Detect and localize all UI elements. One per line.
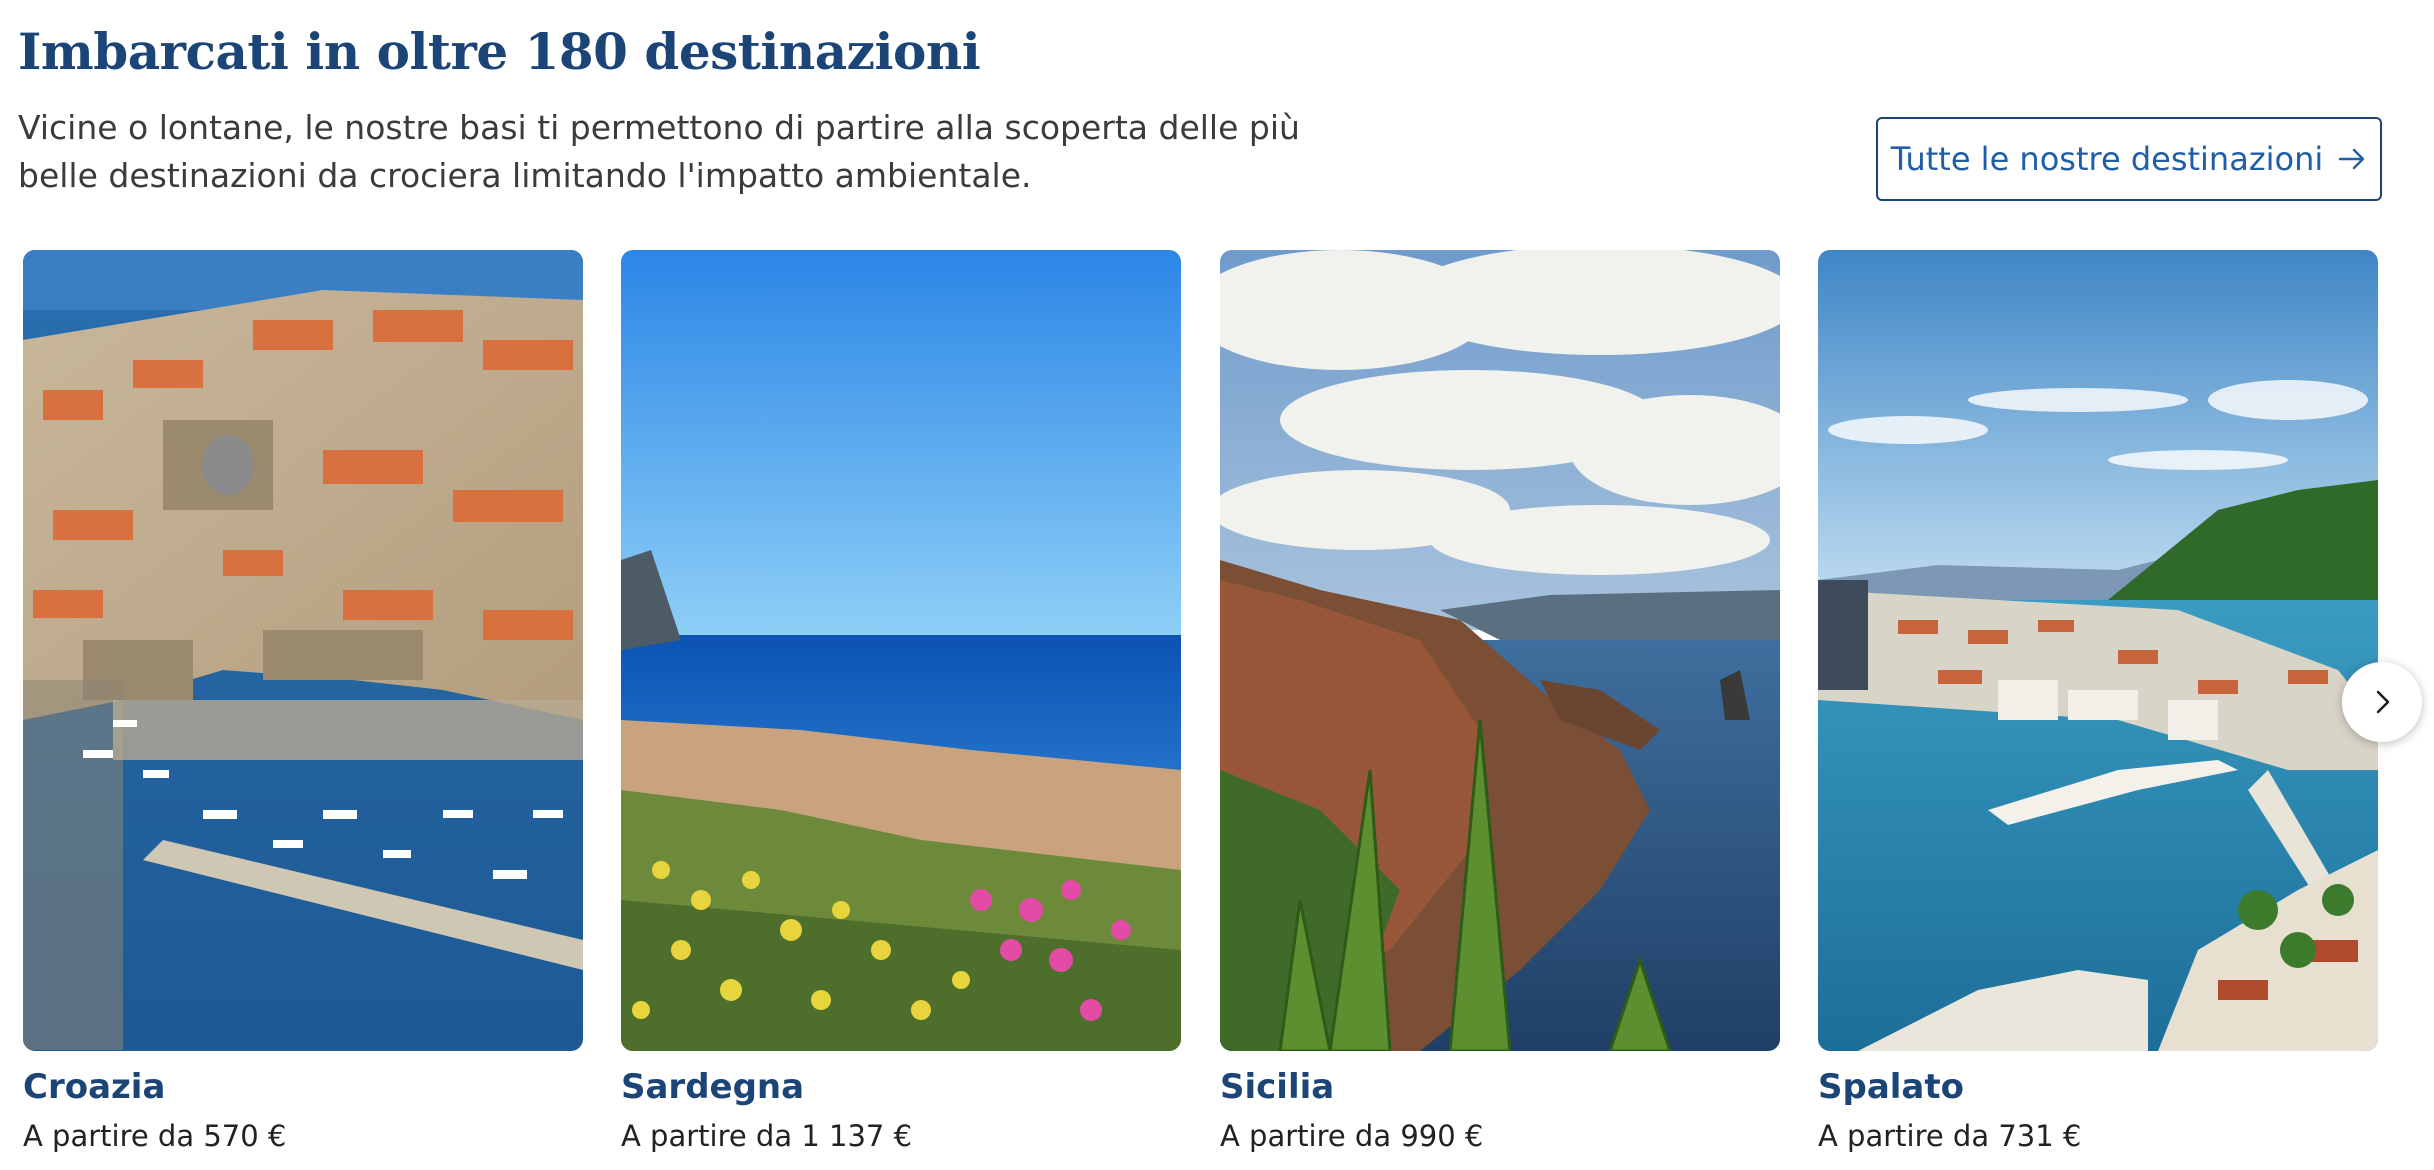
destination-name[interactable]: Croazia: [23, 1067, 583, 1107]
carousel-next-button[interactable]: [2342, 662, 2422, 742]
dubrovnik-harbour-photo: [23, 250, 583, 1051]
sardinia-coast-photo: [621, 250, 1181, 1051]
section-title: Imbarcati in oltre 180 destinazioni: [18, 22, 981, 81]
destination-card-sicilia[interactable]: Sicilia A partire da 990 €: [1220, 250, 1780, 1153]
section-subtitle: Vicine o lontane, le nostre basi ti perm…: [18, 108, 1300, 195]
all-destinations-button[interactable]: Tutte le nostre destinazioni: [1876, 117, 2382, 201]
destination-card-croazia[interactable]: Croazia A partire da 570 €: [23, 250, 583, 1153]
destination-card-sardegna[interactable]: Sardegna A partire da 1 137 €: [621, 250, 1181, 1153]
arrow-right-icon: [2339, 148, 2365, 170]
destination-price: A partire da 731 €: [1818, 1119, 2082, 1153]
destinations-section: Imbarcati in oltre 180 destinazioni Vici…: [0, 0, 2434, 1170]
sicily-cliffs-photo: [1220, 250, 1780, 1051]
destination-price: A partire da 570 €: [23, 1119, 287, 1153]
all-destinations-label: Tutte le nostre destinazioni: [1890, 140, 2324, 178]
destination-card-spalato[interactable]: Spalato A partire da 731 €: [1818, 250, 2378, 1153]
destination-name[interactable]: Sardegna: [621, 1067, 1181, 1107]
chevron-right-icon: [2376, 690, 2390, 714]
destination-price: A partire da 1 137 €: [621, 1119, 913, 1153]
destination-name[interactable]: Sicilia: [1220, 1067, 1780, 1107]
split-harbour-photo: [1818, 250, 2378, 1051]
destination-name[interactable]: Spalato: [1818, 1067, 2378, 1107]
destination-price: A partire da 990 €: [1220, 1119, 1484, 1153]
